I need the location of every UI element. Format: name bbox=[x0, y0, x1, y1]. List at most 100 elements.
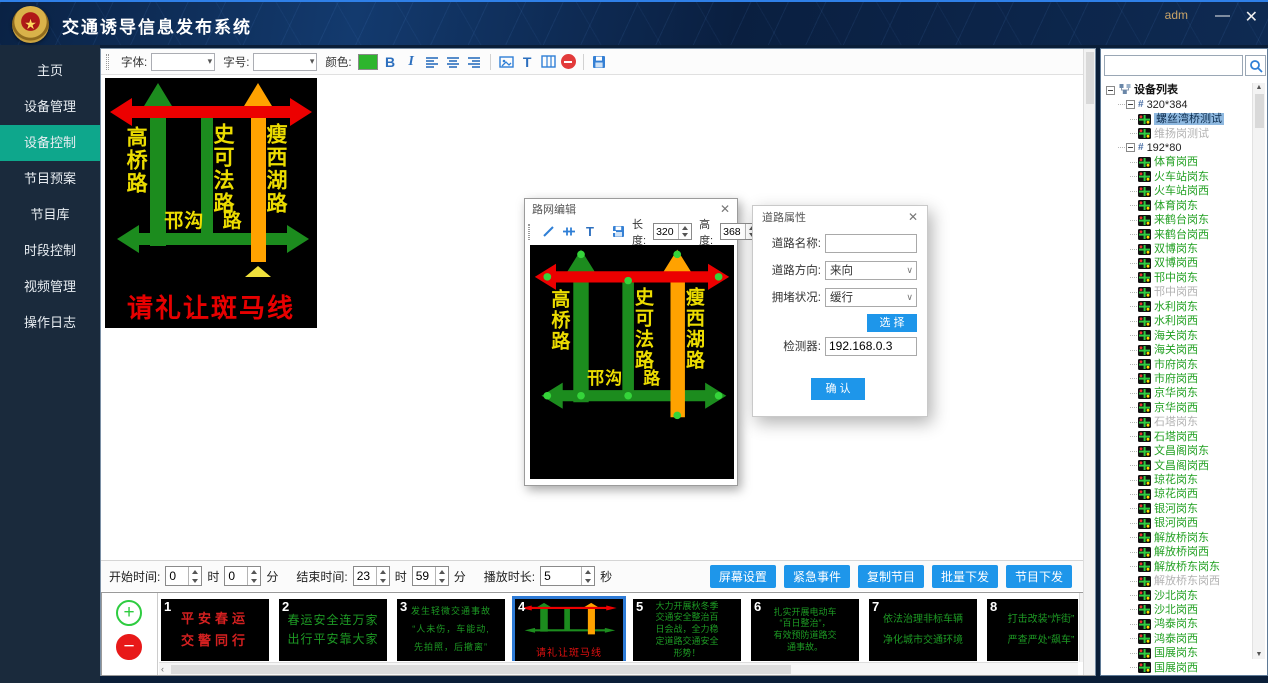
road-tool-icon[interactable] bbox=[562, 222, 576, 242]
road-direction-select[interactable]: 来向 bbox=[825, 261, 917, 280]
scrollbar-thumb[interactable] bbox=[1086, 52, 1094, 104]
sidebar-item[interactable]: 节目库 bbox=[0, 197, 100, 233]
remove-frame-button[interactable]: − bbox=[116, 634, 142, 660]
minimize-button[interactable]: — bbox=[1215, 7, 1230, 24]
device-tree-item[interactable]: # 国展岗西 bbox=[1103, 661, 1253, 674]
align-right-icon[interactable] bbox=[466, 52, 483, 72]
device-tree-item[interactable]: # 石塔岗西 bbox=[1103, 430, 1253, 444]
device-tree-item[interactable]: # 鸿泰岗东 bbox=[1103, 617, 1253, 631]
main-vertical-scrollbar[interactable] bbox=[1083, 49, 1095, 675]
device-tree-item[interactable]: # 京华岗东 bbox=[1103, 386, 1253, 400]
detector-input[interactable] bbox=[825, 337, 917, 356]
device-tree-item[interactable]: # 体育岗东 bbox=[1103, 199, 1253, 213]
device-tree-item[interactable]: # 水利岗西 bbox=[1103, 314, 1253, 328]
length-input[interactable] bbox=[654, 224, 678, 239]
sidebar-item[interactable]: 操作日志 bbox=[0, 305, 100, 341]
device-tree-item[interactable]: # 火车站岗东 bbox=[1103, 170, 1253, 184]
device-tree-item[interactable]: # 双博岗西 bbox=[1103, 256, 1253, 270]
start-minute-input[interactable] bbox=[225, 567, 247, 585]
sidebar-item[interactable]: 主页 bbox=[0, 53, 100, 89]
scroll-down-icon[interactable]: ▼ bbox=[1253, 651, 1265, 658]
line-tool-icon[interactable] bbox=[541, 222, 555, 242]
tree-expander-icon[interactable] bbox=[1106, 86, 1115, 95]
insert-image-icon[interactable] bbox=[498, 52, 515, 72]
device-tree-item[interactable]: # 维扬岗测试 bbox=[1103, 126, 1253, 140]
device-tree-item[interactable]: # 解放桥东岗西 bbox=[1103, 574, 1253, 588]
device-tree-item[interactable]: # 石塔岗东 bbox=[1103, 415, 1253, 429]
close-icon[interactable]: ✕ bbox=[908, 210, 918, 224]
device-tree-item[interactable]: # 文昌阁岗东 bbox=[1103, 444, 1253, 458]
start-hour-spinner[interactable] bbox=[165, 566, 202, 586]
duration-input[interactable] bbox=[541, 567, 581, 585]
spin-up-icon[interactable] bbox=[248, 567, 260, 576]
device-tree-item[interactable]: # 京华岗西 bbox=[1103, 401, 1253, 415]
text-tool-button[interactable]: T bbox=[519, 52, 536, 72]
close-button[interactable]: ✕ bbox=[1245, 7, 1258, 27]
device-tree-item[interactable]: # 192*80 bbox=[1103, 141, 1253, 155]
frame-thumbnail[interactable]: 3 发生轻微交通事故“人未伤，车能动,先拍照，后撤离” bbox=[397, 599, 505, 661]
device-tree-item[interactable]: # 双博岗东 bbox=[1103, 242, 1253, 256]
frame-thumbnail[interactable]: 6 扎实开展电动车“百日整治”，有效预防道路交通事故。 bbox=[751, 599, 859, 661]
device-tree-item[interactable]: # 螺丝湾桥测试 bbox=[1103, 112, 1253, 126]
font-select[interactable] bbox=[151, 53, 215, 71]
frame-thumbnail[interactable]: 2 春运安全连万家出行平安靠大家 bbox=[279, 599, 387, 661]
spin-up-icon[interactable] bbox=[377, 567, 389, 576]
device-tree-item[interactable]: # 沙北岗东 bbox=[1103, 588, 1253, 602]
confirm-button[interactable]: 确 认 bbox=[811, 378, 865, 400]
playback-action-button[interactable]: 紧急事件 bbox=[784, 565, 850, 588]
device-tree-item[interactable]: # 火车站岗西 bbox=[1103, 184, 1253, 198]
sidebar-item[interactable]: 节目预案 bbox=[0, 161, 100, 197]
duration-spinner[interactable] bbox=[540, 566, 595, 586]
congestion-select[interactable]: 缓行 bbox=[825, 288, 917, 307]
toolbar-grip[interactable] bbox=[528, 224, 530, 240]
scroll-up-icon[interactable]: ▲ bbox=[1253, 84, 1265, 91]
device-tree-item[interactable]: # 银河岗东 bbox=[1103, 502, 1253, 516]
scrollbar-thumb[interactable] bbox=[171, 665, 791, 674]
device-search-input[interactable] bbox=[1104, 55, 1243, 76]
device-tree-item[interactable]: # 琼花岗西 bbox=[1103, 487, 1253, 501]
delete-icon[interactable] bbox=[561, 54, 576, 69]
device-tree-item[interactable]: # 设备列表 bbox=[1103, 83, 1253, 97]
device-tree-item[interactable]: # 沙北岗西 bbox=[1103, 603, 1253, 617]
toolbar-grip[interactable] bbox=[106, 54, 109, 70]
led-preview[interactable]: 高桥路 史可法路 瘦西湖路 邗沟 路 请礼让斑马线 bbox=[105, 78, 317, 328]
start-hour-input[interactable] bbox=[166, 567, 188, 585]
tree-scrollbar[interactable]: ▲ ▼ bbox=[1252, 83, 1265, 659]
device-tree-item[interactable]: # 320*384 bbox=[1103, 97, 1253, 111]
sidebar-item[interactable]: 设备控制 bbox=[0, 125, 100, 161]
frame-thumbnail[interactable]: 8 打击改装“炸街”严查严处“飙车” bbox=[987, 599, 1078, 661]
roadnet-canvas[interactable]: 高桥路 史可法路 瘦西湖路 邗沟 路 bbox=[530, 245, 734, 479]
device-tree-item[interactable]: # 银河岗西 bbox=[1103, 516, 1253, 530]
frame-horizontal-scrollbar[interactable]: ‹ bbox=[159, 662, 1078, 675]
device-tree-item[interactable]: # 解放桥东岗东 bbox=[1103, 559, 1253, 573]
device-tree-item[interactable]: # 文昌阁岗西 bbox=[1103, 458, 1253, 472]
end-minute-spinner[interactable] bbox=[412, 566, 449, 586]
color-swatch[interactable] bbox=[358, 54, 378, 70]
playback-action-button[interactable]: 节目下发 bbox=[1006, 565, 1072, 588]
scroll-left-icon[interactable]: ‹ bbox=[161, 663, 164, 675]
device-tree-item[interactable]: # 邗中岗东 bbox=[1103, 271, 1253, 285]
align-center-icon[interactable] bbox=[445, 52, 462, 72]
device-tree-item[interactable]: # 市府岗东 bbox=[1103, 357, 1253, 371]
italic-button[interactable]: I bbox=[403, 52, 420, 72]
device-tree-item[interactable]: # 海关岗东 bbox=[1103, 328, 1253, 342]
add-frame-button[interactable]: + bbox=[116, 600, 142, 626]
device-tree-item[interactable]: # 水利岗东 bbox=[1103, 300, 1253, 314]
device-tree-item[interactable]: # 体育岗西 bbox=[1103, 155, 1253, 169]
road-name-input[interactable] bbox=[825, 234, 917, 253]
close-icon[interactable]: ✕ bbox=[720, 202, 730, 216]
device-tree-item[interactable]: # 邗中岗西 bbox=[1103, 285, 1253, 299]
props-dialog-titlebar[interactable]: 道路属性 ✕ bbox=[753, 206, 927, 228]
device-tree-item[interactable]: # 琼花岗东 bbox=[1103, 473, 1253, 487]
select-button[interactable]: 选 择 bbox=[867, 314, 917, 332]
playback-action-button[interactable]: 复制节目 bbox=[858, 565, 924, 588]
device-tree-item[interactable]: # 鸿泰岗西 bbox=[1103, 632, 1253, 646]
frame-thumbnail[interactable]: 7 依法治理非标车辆净化城市交通环境 bbox=[869, 599, 977, 661]
sidebar-item[interactable]: 时段控制 bbox=[0, 233, 100, 269]
frame-thumbnail[interactable]: 5 大力开展秋冬季交通安全整治百日会战，全力稳定道路交通安全形势！ bbox=[633, 599, 741, 661]
size-select[interactable] bbox=[253, 53, 317, 71]
spin-up-icon[interactable] bbox=[436, 567, 448, 576]
bold-button[interactable]: B bbox=[382, 52, 399, 72]
sidebar-item[interactable]: 视频管理 bbox=[0, 269, 100, 305]
spin-down-icon[interactable] bbox=[582, 576, 594, 585]
